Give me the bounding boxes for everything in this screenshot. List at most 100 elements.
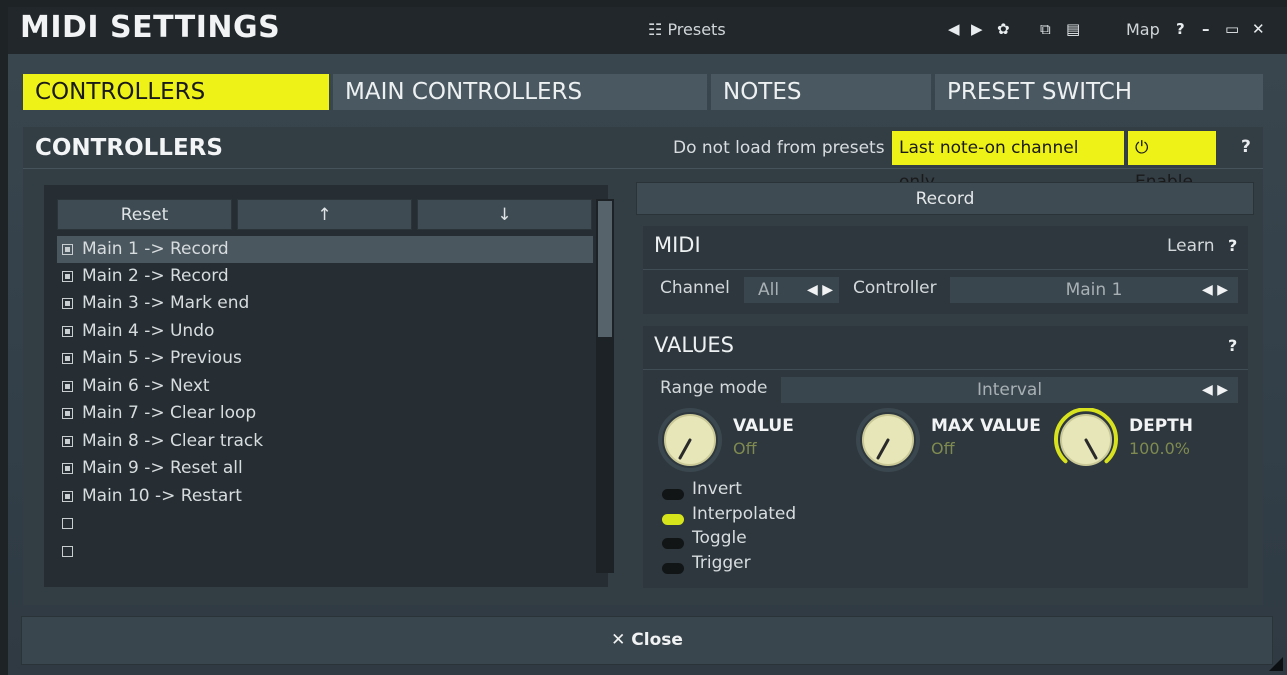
- checkbox[interactable]: [62, 298, 73, 309]
- channel-select[interactable]: All ◀ ▶: [744, 277, 839, 303]
- list-item[interactable]: Main 8 -> Clear track: [57, 428, 593, 455]
- checkbox[interactable]: [62, 463, 73, 474]
- list-item-label: Main 9 -> Reset all: [82, 458, 243, 478]
- value-knob[interactable]: [658, 408, 722, 472]
- prev-arrow-icon[interactable]: ◀: [948, 20, 960, 38]
- record-button[interactable]: Record: [636, 182, 1254, 215]
- close-label: Close: [631, 630, 683, 650]
- interpolated-toggle[interactable]: [662, 514, 684, 525]
- list-item[interactable]: Main 10 -> Restart: [57, 483, 593, 510]
- controller-arrows-icon[interactable]: ◀ ▶: [1202, 277, 1228, 303]
- grid-icon: ☷: [648, 20, 663, 39]
- window-title: MIDI SETTINGS: [20, 10, 281, 45]
- list-item[interactable]: [57, 510, 593, 537]
- list-item[interactable]: Main 3 -> Mark end: [57, 290, 593, 317]
- depth-knob[interactable]: [1054, 407, 1118, 472]
- checkbox[interactable]: [62, 408, 73, 419]
- random-dice-icon[interactable]: ✿: [997, 20, 1010, 38]
- trigger-toggle[interactable]: [662, 563, 684, 574]
- arrow-down-icon: ↓: [497, 205, 512, 225]
- resize-grip-icon[interactable]: [1269, 657, 1283, 671]
- checkbox[interactable]: [62, 326, 73, 337]
- checkbox[interactable]: [62, 546, 73, 557]
- next-arrow-icon[interactable]: ▶: [971, 20, 983, 38]
- section-help-icon[interactable]: ?: [1241, 137, 1251, 157]
- channel-arrows-icon[interactable]: ◀ ▶: [807, 277, 833, 303]
- checkbox[interactable]: [62, 436, 73, 447]
- range-mode-label: Range mode: [660, 378, 768, 398]
- tab-main-controllers[interactable]: MAIN CONTROLLERS: [333, 74, 707, 110]
- minimize-icon[interactable]: –: [1202, 20, 1210, 38]
- no-load-from-presets-toggle[interactable]: Do not load from presets: [673, 138, 885, 158]
- last-note-on-channel-button[interactable]: Last note-on channel only: [892, 131, 1124, 192]
- tab-preset-switch[interactable]: PRESET SWITCH: [935, 74, 1263, 110]
- title-bar: MIDI SETTINGS ☷ Presets ◀ ▶ ✿ ⧉ ▤ Map ? …: [8, 7, 1287, 54]
- learn-button[interactable]: Learn: [1167, 236, 1215, 256]
- list-item-label: Main 3 -> Mark end: [82, 293, 250, 313]
- controller-list-panel: Reset ↑ ↓ Main 1 -> Record Main 2 -> Rec…: [44, 185, 614, 587]
- copy-icon[interactable]: ⧉: [1040, 20, 1051, 38]
- power-icon: ⏻: [1135, 138, 1149, 158]
- checkbox[interactable]: [62, 353, 73, 364]
- depth-knob-title: DEPTH: [1129, 416, 1194, 436]
- section-title: CONTROLLERS: [35, 135, 223, 161]
- midi-title: MIDI: [654, 233, 701, 257]
- invert-toggle[interactable]: [662, 489, 684, 500]
- list-item-label: Main 7 -> Clear loop: [82, 403, 257, 423]
- list-item-label: Main 2 -> Record: [82, 266, 229, 286]
- list-item-label: Main 4 -> Undo: [82, 321, 215, 341]
- help-icon[interactable]: ?: [1176, 20, 1185, 38]
- values-title: VALUES: [654, 333, 735, 357]
- values-help-icon[interactable]: ?: [1228, 336, 1237, 355]
- range-mode-arrows-icon[interactable]: ◀ ▶: [1202, 377, 1228, 403]
- list-item-label: Main 10 -> Restart: [82, 486, 242, 506]
- midi-group: MIDI Learn ? Channel All ◀ ▶ Controller …: [643, 226, 1248, 314]
- list-item[interactable]: Main 6 -> Next: [57, 373, 593, 400]
- list-item[interactable]: Main 9 -> Reset all: [57, 455, 593, 482]
- controller-select[interactable]: Main 1 ◀ ▶: [950, 277, 1238, 303]
- map-button[interactable]: Map: [1126, 20, 1160, 39]
- divider: [643, 369, 1248, 370]
- invert-label: Invert: [692, 479, 742, 499]
- list-item[interactable]: Main 2 -> Record: [57, 263, 593, 290]
- controllers-section: CONTROLLERS Do not load from presets Las…: [23, 127, 1263, 605]
- checkbox[interactable]: [62, 518, 73, 529]
- close-icon[interactable]: ✕: [1252, 20, 1265, 38]
- checkbox[interactable]: [62, 244, 73, 255]
- section-header: CONTROLLERS Do not load from presets Las…: [23, 127, 1263, 192]
- tab-controllers[interactable]: CONTROLLERS: [23, 74, 329, 110]
- value-knob-value: Off: [733, 439, 757, 458]
- value-knob-title: VALUE: [733, 416, 794, 436]
- list-item[interactable]: Main 4 -> Undo: [57, 318, 593, 345]
- list-item-label: Main 8 -> Clear track: [82, 431, 264, 451]
- arrow-up-icon: ↑: [317, 205, 332, 225]
- paste-icon[interactable]: ▤: [1066, 20, 1080, 38]
- checkbox[interactable]: [62, 271, 73, 282]
- checkbox[interactable]: [62, 491, 73, 502]
- list-item[interactable]: [57, 538, 593, 565]
- move-up-button[interactable]: ↑: [237, 199, 412, 230]
- maximize-icon[interactable]: ▭: [1225, 20, 1239, 38]
- tab-notes[interactable]: NOTES: [711, 74, 931, 110]
- list-item[interactable]: Main 5 -> Previous: [57, 345, 593, 372]
- list-item-label: Main 5 -> Previous: [82, 348, 242, 368]
- range-mode-select[interactable]: Interval ◀ ▶: [781, 377, 1238, 403]
- toggle-mode-toggle[interactable]: [662, 538, 684, 549]
- enable-button[interactable]: ⏻ Enable: [1128, 131, 1216, 192]
- checkbox[interactable]: [62, 381, 73, 392]
- list-item[interactable]: Main 7 -> Clear loop: [57, 400, 593, 427]
- move-down-button[interactable]: ↓: [417, 199, 592, 230]
- max-value-knob-value: Off: [931, 439, 955, 458]
- list-scrollbar[interactable]: [596, 199, 614, 573]
- max-value-knob-title: MAX VALUE: [931, 416, 1041, 436]
- presets-button[interactable]: ☷ Presets: [648, 20, 726, 39]
- channel-label: Channel: [660, 278, 730, 298]
- toggle-mode-label: Toggle: [692, 528, 747, 548]
- settings-panel: CONTROLLERS MAIN CONTROLLERS NOTES PRESE…: [8, 54, 1287, 675]
- close-button[interactable]: ✕ Close: [21, 616, 1273, 665]
- max-value-knob[interactable]: [856, 408, 920, 472]
- reset-button[interactable]: Reset: [57, 199, 232, 230]
- midi-help-icon[interactable]: ?: [1228, 236, 1237, 255]
- scrollbar-thumb[interactable]: [598, 201, 612, 337]
- list-item[interactable]: Main 1 -> Record: [57, 236, 593, 263]
